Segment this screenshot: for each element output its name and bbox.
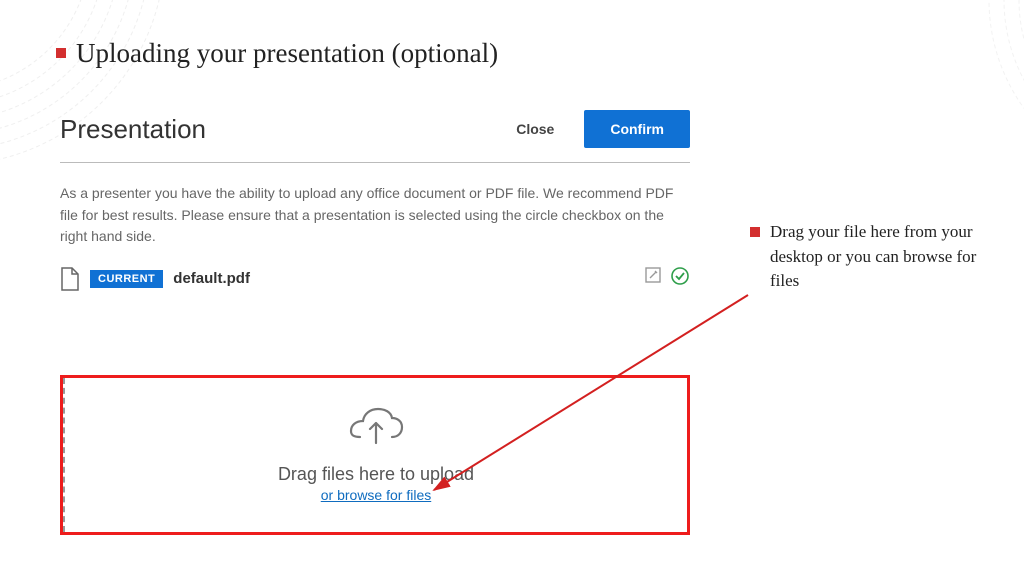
document-icon — [60, 267, 80, 291]
dialog-actions: Close Confirm — [516, 110, 690, 148]
bg-arcs-right — [824, 0, 1024, 350]
current-badge: CURRENT — [90, 270, 163, 288]
close-button[interactable]: Close — [516, 121, 554, 137]
selected-check-icon[interactable] — [670, 266, 690, 291]
dialog-description: As a presenter you have the ability to u… — [60, 183, 690, 248]
dropzone[interactable]: Drag files here to upload or browse for … — [63, 378, 687, 532]
file-row-actions — [644, 266, 690, 291]
file-name: default.pdf — [173, 270, 250, 287]
callout: Drag your file here from your desktop or… — [750, 220, 980, 294]
browse-files-link[interactable]: or browse for files — [321, 487, 431, 503]
confirm-button[interactable]: Confirm — [584, 110, 690, 148]
slide-title-row: Uploading your presentation (optional) — [56, 38, 498, 69]
presentation-dialog: Presentation Close Confirm As a presente… — [60, 110, 690, 291]
bullet-icon — [56, 48, 66, 58]
file-row: CURRENT default.pdf — [60, 266, 690, 291]
bullet-icon — [750, 227, 760, 237]
dropzone-highlight: Drag files here to upload or browse for … — [60, 375, 690, 535]
dialog-title: Presentation — [60, 114, 206, 145]
upload-cloud-icon — [348, 407, 404, 454]
slide-title: Uploading your presentation (optional) — [76, 38, 498, 69]
dialog-header: Presentation Close Confirm — [60, 110, 690, 163]
drag-text: Drag files here to upload — [278, 464, 474, 485]
rename-icon[interactable] — [644, 266, 664, 291]
callout-text: Drag your file here from your desktop or… — [770, 220, 980, 294]
